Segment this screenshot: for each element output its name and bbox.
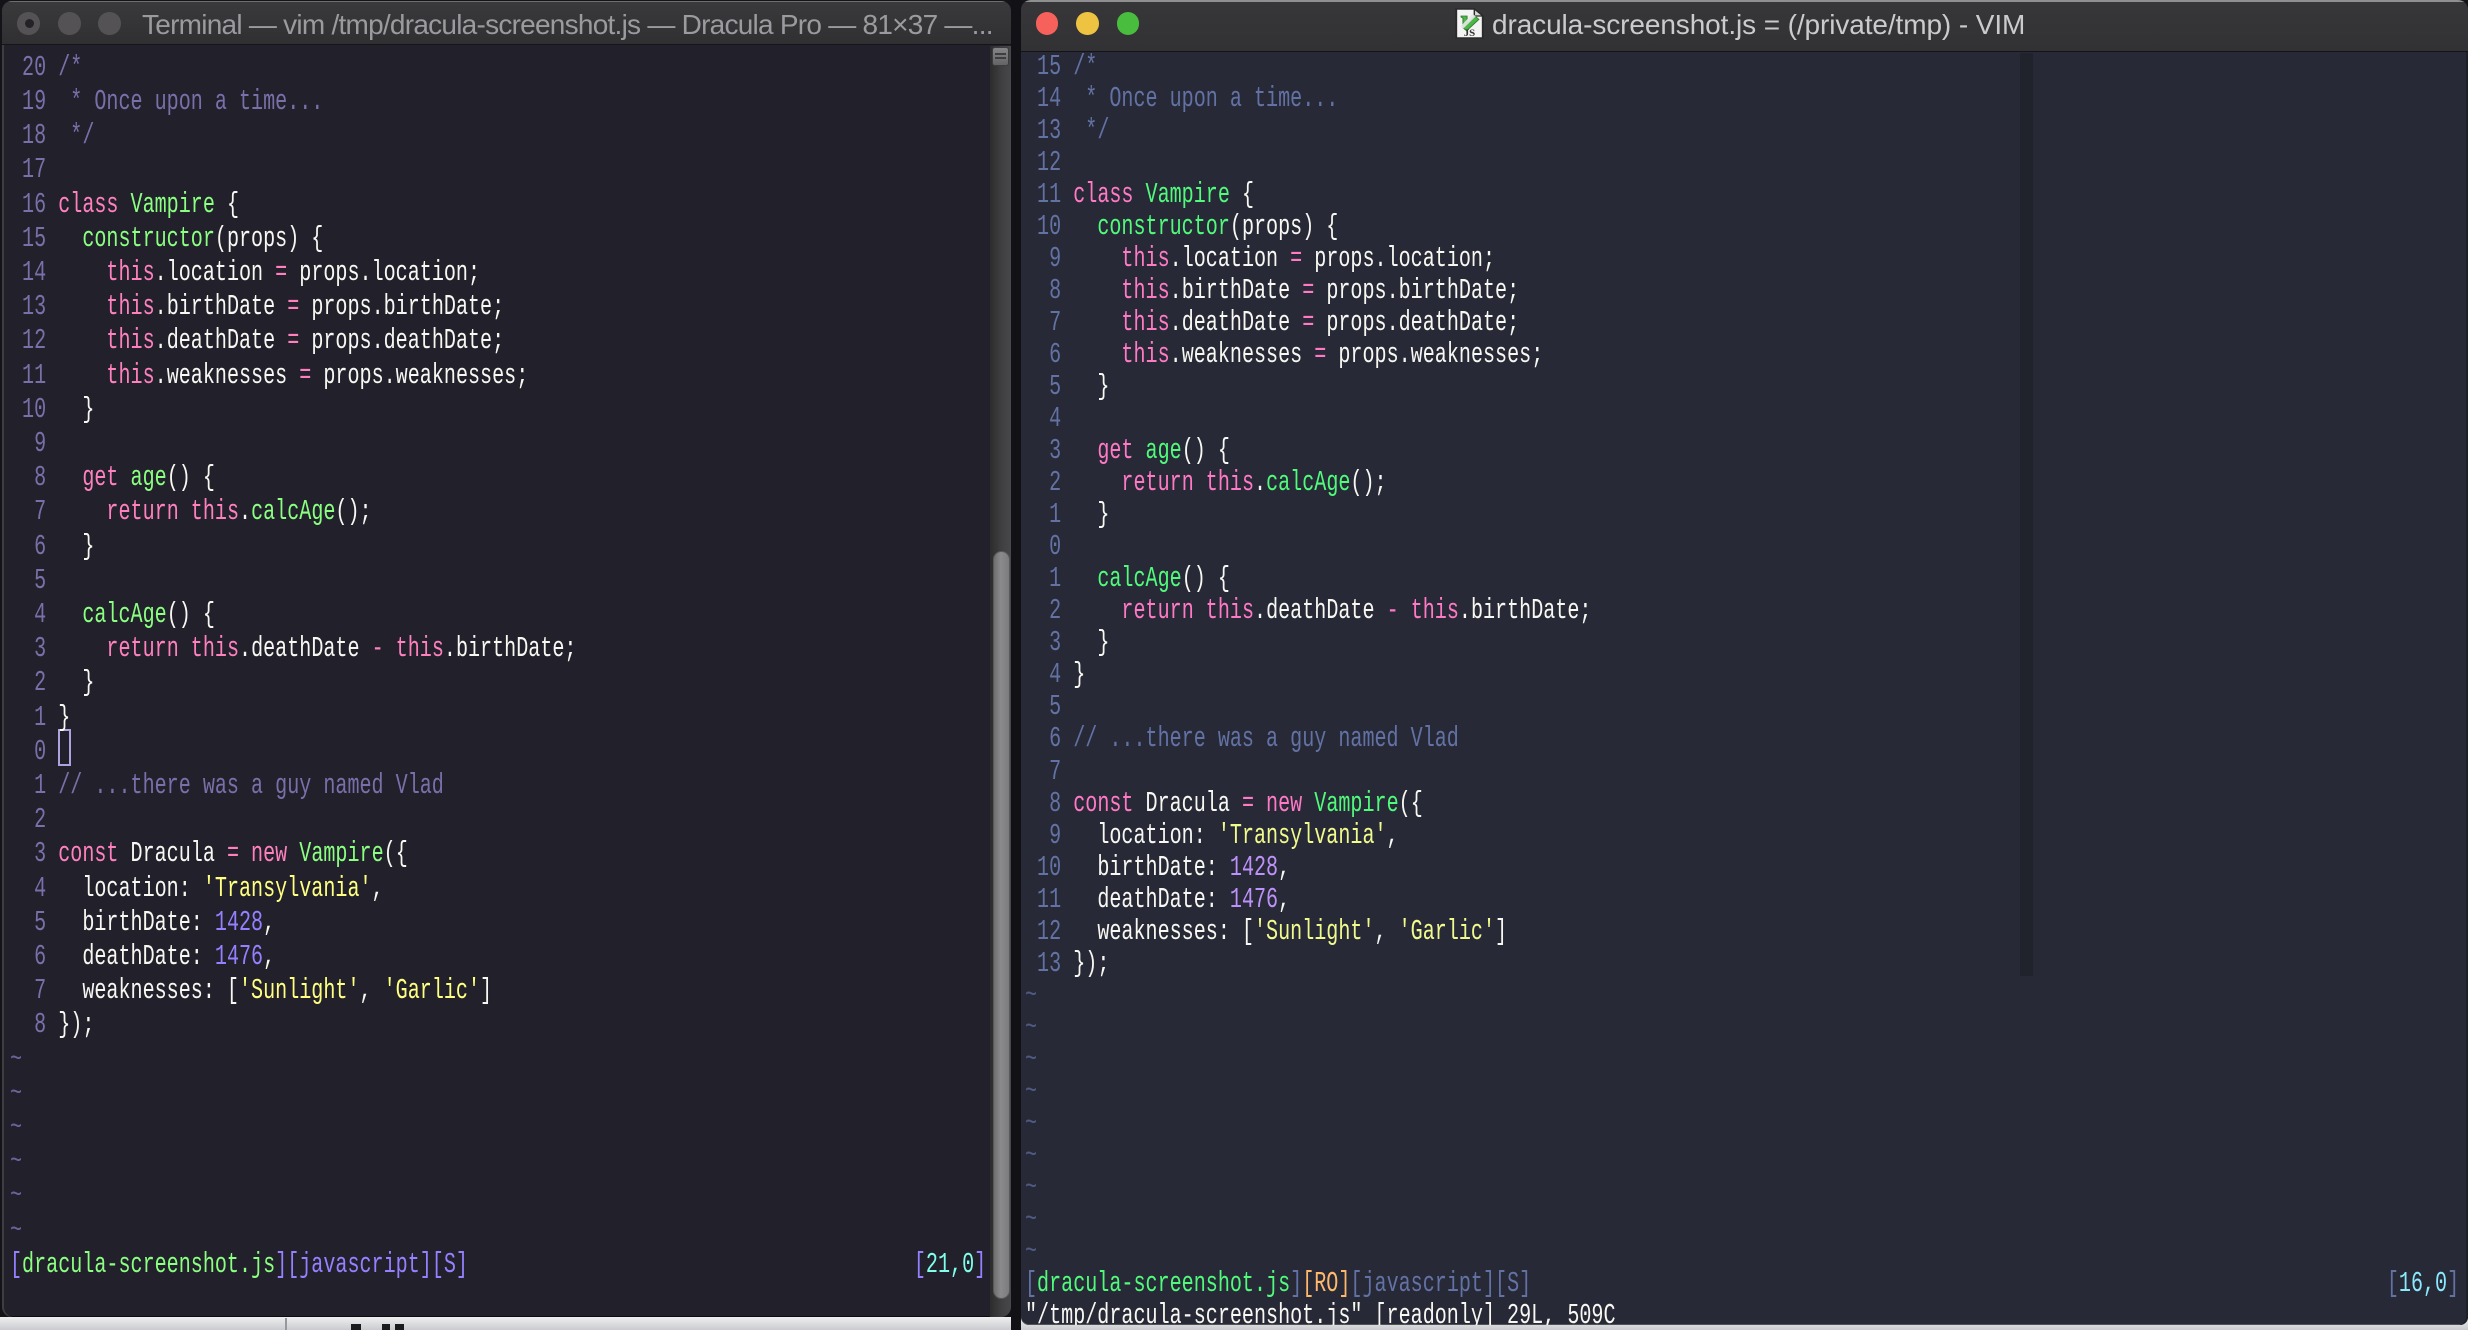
svg-text:JS: JS [1464,29,1476,39]
